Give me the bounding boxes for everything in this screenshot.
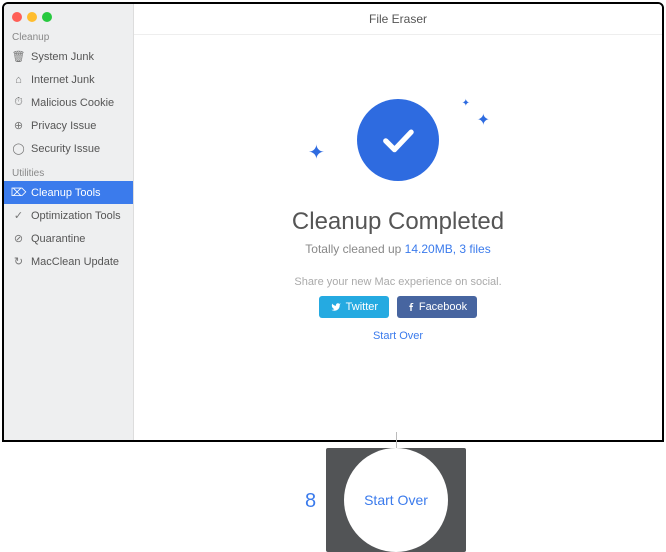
sidebar-item[interactable]: ⊘ Quarantine (4, 227, 133, 250)
result-heading: Cleanup Completed (292, 208, 504, 236)
sidebar-item[interactable]: ⌂ Internet Junk (4, 68, 133, 91)
sidebar-item[interactable]: 🗑 System Junk (4, 45, 133, 68)
sidebar-item-icon: ⏱ (12, 96, 25, 109)
subline-prefix: Totally cleaned up (305, 242, 404, 256)
content-area: ✦ ✦ ✦ Cleanup Completed Totally cleaned … (134, 35, 662, 440)
sidebar-item-label: MacClean Update (31, 256, 119, 268)
share-prompt: Share your new Mac experience on social. (294, 276, 501, 288)
success-graphic: ✦ ✦ ✦ (298, 90, 498, 190)
sidebar-item-icon: 🗑 (12, 50, 25, 63)
sidebar-item-label: Security Issue (31, 143, 100, 155)
subline-highlight: 14.20MB, 3 files (405, 242, 491, 256)
result-subline: Totally cleaned up 14.20MB, 3 files (305, 242, 490, 256)
sparkle-icon: ✦ (477, 110, 490, 130)
sidebar-item-icon: ↻ (12, 255, 25, 268)
minimize-icon[interactable] (27, 12, 37, 22)
start-over-link[interactable]: Start Over (373, 330, 423, 342)
page-title: File Eraser (134, 4, 662, 35)
sparkle-icon: ✦ (462, 98, 470, 109)
callout-zoom: Start Over (326, 448, 466, 552)
facebook-button[interactable]: Facebook (397, 296, 477, 318)
maximize-icon[interactable] (42, 12, 52, 22)
sidebar-item-icon: ⌦ (12, 186, 25, 199)
sidebar-item-label: Quarantine (31, 233, 85, 245)
callout-label[interactable]: Start Over (364, 492, 428, 508)
sidebar-group-title-cleanup: Cleanup (4, 28, 133, 45)
app-window: Cleanup 🗑 System Junk ⌂ Internet Junk ⏱ Malic… (2, 2, 664, 442)
sidebar-item[interactable]: ✓ Optimization Tools (4, 204, 133, 227)
sidebar-item-label: Cleanup Tools (31, 187, 101, 199)
callout: 8 Start Over (0, 442, 666, 552)
sidebar-item-icon: ⊕ (12, 119, 25, 132)
sidebar-item-label: Malicious Cookie (31, 97, 114, 109)
window-controls (4, 4, 133, 28)
sidebar-item-icon: ⊘ (12, 232, 25, 245)
sidebar-item[interactable]: ↻ MacClean Update (4, 250, 133, 273)
sidebar-group-title-utilities: Utilities (4, 164, 133, 181)
sidebar-item-icon: ✓ (12, 209, 25, 222)
sidebar-item-icon: ◯ (12, 142, 25, 155)
close-icon[interactable] (12, 12, 22, 22)
sidebar-item[interactable]: ◯ Security Issue (4, 137, 133, 160)
twitter-label: Twitter (346, 301, 378, 313)
sparkle-icon: ✦ (308, 140, 325, 165)
sidebar: Cleanup 🗑 System Junk ⌂ Internet Junk ⏱ Malic… (4, 4, 134, 440)
callout-circle: Start Over (344, 448, 448, 552)
sidebar-item[interactable]: ⏱ Malicious Cookie (4, 91, 133, 114)
callout-step-number: 8 (305, 490, 316, 513)
facebook-icon (407, 301, 415, 313)
sidebar-item-label: System Junk (31, 51, 94, 63)
twitter-icon (330, 302, 342, 312)
sidebar-item-label: Privacy Issue (31, 120, 96, 132)
share-buttons: Twitter Facebook (319, 296, 477, 318)
twitter-button[interactable]: Twitter (319, 296, 389, 318)
checkmark-badge-icon (357, 99, 439, 181)
sidebar-item[interactable]: ⌦ Cleanup Tools (4, 181, 133, 204)
sidebar-item-label: Optimization Tools (31, 210, 121, 222)
sidebar-item[interactable]: ⊕ Privacy Issue (4, 114, 133, 137)
sidebar-item-icon: ⌂ (12, 73, 25, 86)
sidebar-item-label: Internet Junk (31, 74, 95, 86)
main-panel: File Eraser ✦ ✦ ✦ Cleanup Completed Tota… (134, 4, 662, 440)
facebook-label: Facebook (419, 301, 467, 313)
